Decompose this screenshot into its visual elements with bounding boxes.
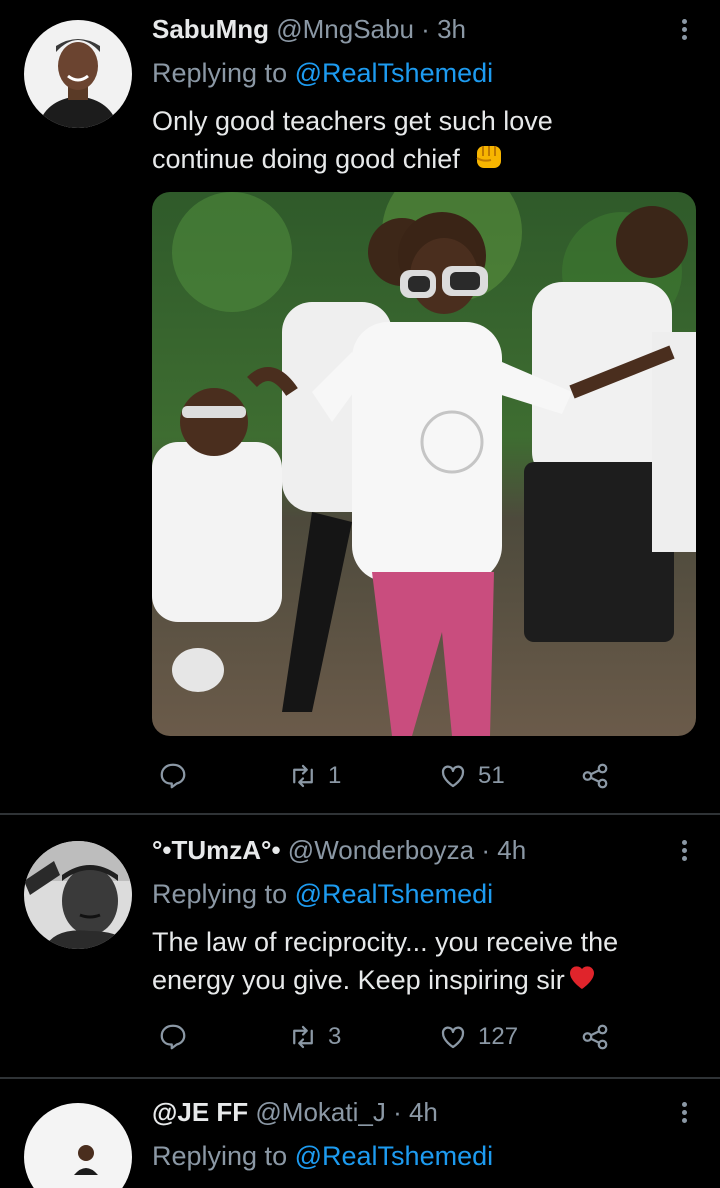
tweet-text-line: Only good teachers get such love bbox=[152, 106, 553, 136]
fist-emoji bbox=[473, 140, 505, 182]
share-button[interactable] bbox=[580, 756, 610, 796]
retweet-count: 1 bbox=[328, 762, 342, 789]
retweet-button[interactable]: 3 bbox=[288, 1017, 341, 1057]
replying-prefix: Replying to bbox=[152, 1141, 288, 1171]
user-handle[interactable]: @Mokati_J bbox=[255, 1097, 385, 1127]
tweet-text: Only good teachers get such love continu… bbox=[152, 102, 692, 182]
avatar[interactable] bbox=[24, 20, 132, 128]
mention-link[interactable]: @RealTshemedi bbox=[295, 58, 494, 88]
tweet-actions: 3 127 bbox=[152, 1017, 622, 1057]
avatar[interactable] bbox=[24, 841, 132, 949]
tweet-3[interactable]: @JE FF @Mokati_J · 4h Replying to @RealT… bbox=[0, 1079, 720, 1188]
replying-to: Replying to @RealTshemedi bbox=[152, 879, 493, 910]
tweet-text-line: The law of reciprocity... you receive th… bbox=[152, 927, 619, 957]
replying-prefix: Replying to bbox=[152, 58, 288, 88]
replying-to: Replying to @RealTshemedi bbox=[152, 1141, 493, 1172]
display-name[interactable]: SabuMng bbox=[152, 14, 269, 44]
retweet-button[interactable]: 1 bbox=[288, 756, 341, 796]
separator: · bbox=[393, 1097, 402, 1127]
replying-to: Replying to @RealTshemedi bbox=[152, 58, 493, 89]
tweet-text-line: continue doing good chief bbox=[152, 144, 460, 175]
more-icon[interactable] bbox=[678, 16, 690, 48]
tweet-text: The law of reciprocity... you receive th… bbox=[152, 923, 692, 1003]
timestamp[interactable]: 4h bbox=[497, 835, 526, 865]
more-icon[interactable] bbox=[678, 1099, 690, 1131]
tweet-2[interactable]: °•TUmzA°• @Wonderboyza · 4h Replying to … bbox=[0, 815, 720, 1077]
like-button[interactable]: 127 bbox=[438, 1017, 518, 1057]
like-count: 51 bbox=[478, 762, 505, 789]
more-icon[interactable] bbox=[678, 837, 690, 869]
tweet-actions: 1 51 bbox=[152, 756, 622, 796]
reply-button[interactable] bbox=[158, 1017, 198, 1057]
share-icon bbox=[582, 1024, 608, 1050]
tweet-header: SabuMng @MngSabu · 3h bbox=[152, 14, 466, 50]
like-count: 127 bbox=[478, 1023, 519, 1050]
display-name[interactable]: °•TUmzA°• bbox=[152, 835, 281, 865]
reply-icon bbox=[160, 763, 186, 789]
reply-button[interactable] bbox=[158, 756, 198, 796]
user-handle[interactable]: @MngSabu bbox=[276, 14, 414, 44]
retweet-icon bbox=[293, 1025, 313, 1049]
like-icon bbox=[441, 765, 465, 788]
display-name[interactable]: @JE FF bbox=[152, 1097, 248, 1127]
tweet-header: °•TUmzA°• @Wonderboyza · 4h bbox=[152, 835, 526, 871]
mention-link[interactable]: @RealTshemedi bbox=[295, 1141, 494, 1171]
timestamp[interactable]: 4h bbox=[409, 1097, 438, 1127]
like-button[interactable]: 51 bbox=[438, 756, 505, 796]
retweet-count: 3 bbox=[328, 1023, 342, 1050]
share-icon bbox=[582, 763, 608, 789]
reply-icon bbox=[160, 1024, 186, 1050]
separator: · bbox=[481, 835, 491, 865]
heart-emoji bbox=[565, 961, 599, 1003]
timestamp[interactable]: 3h bbox=[437, 14, 466, 44]
separator: · bbox=[421, 14, 430, 44]
user-handle[interactable]: @Wonderboyza bbox=[288, 835, 474, 865]
like-icon bbox=[441, 1026, 465, 1049]
retweet-icon bbox=[293, 764, 313, 788]
replying-prefix: Replying to bbox=[152, 879, 288, 909]
tweet-text-line: energy you give. Keep inspiring sir bbox=[152, 965, 565, 996]
avatar[interactable] bbox=[24, 1103, 132, 1188]
tweet-photo[interactable] bbox=[152, 192, 696, 736]
tweet-header: @JE FF @Mokati_J · 4h bbox=[152, 1097, 438, 1133]
share-button[interactable] bbox=[580, 1017, 610, 1057]
tweet-1[interactable]: SabuMng @MngSabu · 3h Replying to @RealT… bbox=[0, 0, 720, 812]
mention-link[interactable]: @RealTshemedi bbox=[295, 879, 494, 909]
